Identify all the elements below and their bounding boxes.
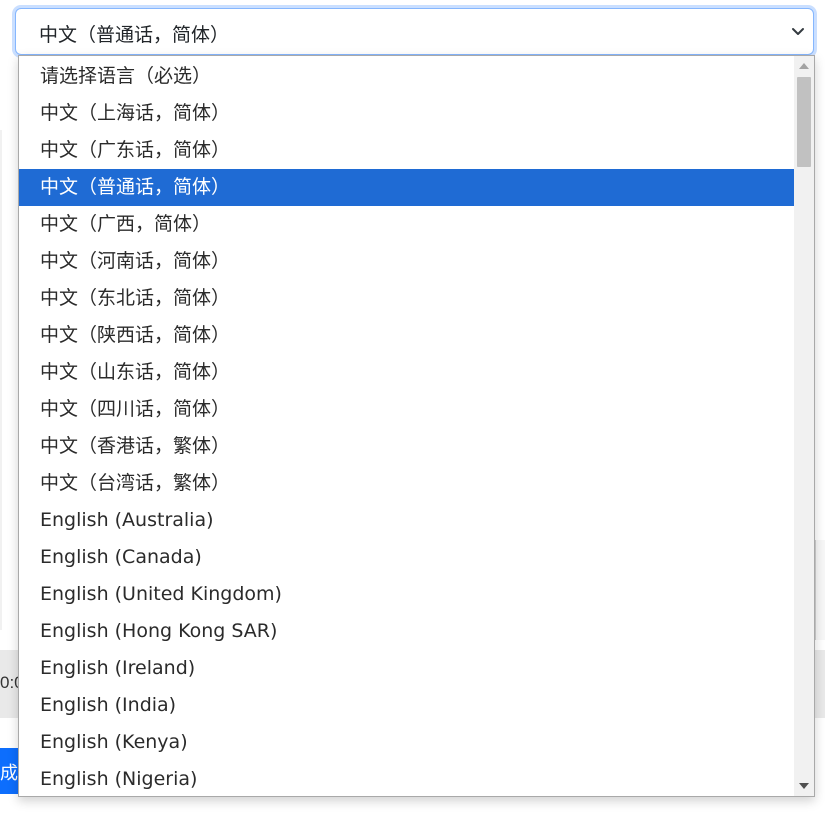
language-select-value: 中文（普通话，简体） <box>39 24 230 46</box>
language-option[interactable]: English (Hong Kong SAR) <box>19 613 794 650</box>
side-panel-edge <box>815 540 825 640</box>
language-option[interactable]: English (Ireland) <box>19 650 794 687</box>
language-option-list: 请选择语言（必选） 中文（上海话，简体） 中文（广东话，简体） 中文（普通话，简体）中… <box>19 58 794 796</box>
language-option[interactable]: 请选择语言（必选） <box>19 58 794 95</box>
language-option[interactable]: 中文（河南话，简体） <box>19 243 794 280</box>
language-option[interactable]: English (Kenya) <box>19 724 794 761</box>
generate-button-label-fragment: 成 <box>0 763 18 784</box>
language-option[interactable]: English (United Kingdom) <box>19 576 794 613</box>
language-option[interactable]: 中文（普通话，简体） <box>19 169 794 206</box>
scroll-down-arrow-icon[interactable] <box>799 783 809 789</box>
chevron-down-icon <box>792 28 804 35</box>
language-select[interactable]: 中文（普通话，简体） <box>15 8 814 55</box>
language-option[interactable]: 中文（山东话，简体） <box>19 354 794 391</box>
language-option[interactable]: 中文（东北话，简体） <box>19 280 794 317</box>
language-option[interactable]: English (Canada) <box>19 539 794 576</box>
language-option[interactable]: 中文（陕西话，简体） <box>19 317 794 354</box>
language-option[interactable]: 中文（台湾话，繁体） <box>19 465 794 502</box>
language-dropdown-list[interactable]: 请选择语言（必选） 中文（上海话，简体） 中文（广东话，简体） 中文（普通话，简体）中… <box>18 55 815 797</box>
scrollbar-thumb[interactable] <box>797 77 811 167</box>
language-option[interactable]: 中文（广西，简体） <box>19 206 794 243</box>
dropdown-scrollbar[interactable] <box>794 56 814 796</box>
scroll-up-arrow-icon[interactable] <box>799 63 809 69</box>
language-option[interactable]: 中文（四川话，简体） <box>19 391 794 428</box>
language-option[interactable]: 中文（香港话，繁体） <box>19 428 794 465</box>
language-option[interactable]: English (Nigeria) <box>19 761 794 796</box>
page-edge <box>0 130 2 630</box>
language-option[interactable]: English (Australia) <box>19 502 794 539</box>
language-option[interactable]: 中文（上海话，简体） <box>19 95 794 132</box>
language-option[interactable]: English (India) <box>19 687 794 724</box>
language-option[interactable]: 中文（广东话，简体） <box>19 132 794 169</box>
